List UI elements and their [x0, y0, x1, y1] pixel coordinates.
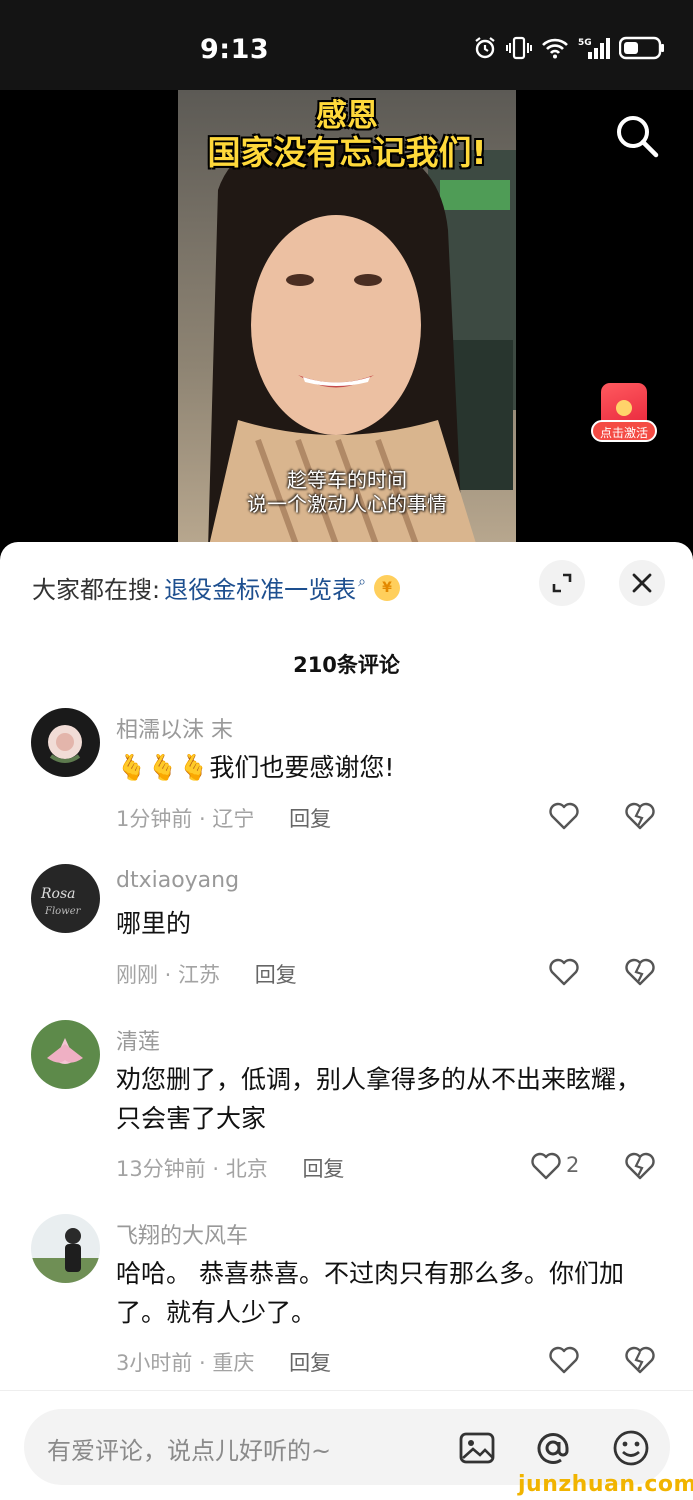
comment-meta: 13分钟前 · 北京 回复: [116, 1153, 344, 1183]
status-time: 9:13: [200, 34, 270, 65]
dislike-icon[interactable]: [624, 957, 656, 987]
close-button[interactable]: [619, 560, 665, 606]
comment-time-location: 刚刚 · 江苏: [116, 963, 221, 987]
search-icon: [617, 116, 659, 158]
svg-text:5G: 5G: [578, 38, 592, 48]
video-subtitle-line2: 说一个激动人心的事情: [247, 492, 447, 516]
wifi-icon: [542, 38, 568, 59]
hot-search-prefix: 大家都在搜:: [32, 576, 161, 604]
video-player[interactable]: 感恩 国家没有忘记我们! 趁等车的时间 说一个激动人心的事情 点击激活: [0, 90, 693, 550]
dislike-icon[interactable]: [624, 1151, 656, 1181]
reply-button[interactable]: 回复: [289, 1351, 331, 1375]
expand-icon: [552, 573, 572, 593]
emoji-icon[interactable]: [612, 1429, 650, 1467]
dislike-icon[interactable]: [624, 1345, 656, 1375]
comment-text: 劝您删了，低调，别人拿得多的从不出来眩耀，只会害了大家: [116, 1065, 642, 1133]
reply-button[interactable]: 回复: [255, 963, 297, 987]
comment-text: 🫰🫰🫰我们也要感谢您!: [116, 753, 395, 782]
comment-text: 哈哈。 恭喜恭喜。不过肉只有那么多。你们加了。就有人少了。: [116, 1259, 624, 1327]
like-count: 2: [566, 1153, 580, 1177]
small-search-icon: ⌕: [358, 573, 366, 590]
red-packet-button[interactable]: 点击激活: [591, 383, 657, 451]
coin-icon: ¥: [373, 574, 400, 601]
comment-meta: 刚刚 · 江苏 回复: [116, 959, 297, 989]
search-button[interactable]: [613, 112, 661, 160]
dislike-icon[interactable]: [624, 801, 656, 831]
watermark-text: junzhuan.com: [518, 1472, 693, 1497]
comment-username[interactable]: dtxiaoyang: [116, 868, 239, 893]
status-bar: 9:13 5G: [0, 0, 693, 90]
like-icon[interactable]: [548, 957, 580, 987]
comment-input-placeholder: 有爱评论，说点儿好听的~: [47, 1437, 332, 1465]
avatar[interactable]: [31, 708, 100, 777]
vibrate-icon: [506, 36, 532, 60]
close-icon: [632, 573, 652, 593]
comment-text: 哪里的: [116, 909, 192, 938]
comment-meta: 3小时前 · 重庆 回复: [116, 1347, 331, 1377]
alarm-icon: [475, 37, 495, 59]
video-title-line2: 国家没有忘记我们!: [207, 133, 487, 172]
reply-button[interactable]: 回复: [289, 807, 331, 831]
comment-username[interactable]: 清莲: [116, 1024, 160, 1056]
video-frame[interactable]: 感恩 国家没有忘记我们! 趁等车的时间 说一个激动人心的事情: [178, 90, 516, 550]
battery-icon: [619, 36, 664, 60]
image-icon[interactable]: [458, 1429, 496, 1467]
like-icon[interactable]: [548, 1345, 580, 1375]
hot-search-bar[interactable]: 大家都在搜: 退役金标准一览表 ⌕ ¥: [32, 570, 400, 605]
svg-text:Rosa: Rosa: [40, 886, 76, 902]
hot-search-query[interactable]: 退役金标准一览表: [164, 570, 356, 605]
expand-button[interactable]: [539, 560, 585, 606]
like-icon[interactable]: [530, 1151, 562, 1181]
comment-sheet: 大家都在搜: 退役金标准一览表 ⌕ ¥ 210条评论 相濡以沫 末 🫰🫰🫰我们也…: [0, 542, 693, 1500]
reply-button[interactable]: 回复: [302, 1157, 344, 1181]
avatar[interactable]: Rosa Flower: [31, 864, 100, 933]
avatar[interactable]: [31, 1020, 100, 1089]
avatar[interactable]: [31, 1214, 100, 1283]
comment-meta: 1分钟前 · 辽宁 回复: [116, 803, 331, 833]
red-packet-label: 点击激活: [591, 420, 657, 442]
comment-username[interactable]: 飞翔的大风车: [116, 1218, 248, 1250]
comment-username[interactable]: 相濡以沫 末: [116, 712, 233, 744]
svg-text:Flower: Flower: [44, 906, 82, 917]
comment-time-location: 3小时前 · 重庆: [116, 1351, 255, 1375]
comments-count: 210条评论: [293, 653, 400, 677]
signal-5g-icon: 5G: [578, 38, 610, 59]
comment-time-location: 1分钟前 · 辽宁: [116, 807, 255, 831]
like-icon[interactable]: [548, 801, 580, 831]
mention-icon[interactable]: [534, 1429, 572, 1467]
comment-time-location: 13分钟前 · 北京: [116, 1157, 268, 1181]
status-icons: 5G: [473, 36, 665, 60]
